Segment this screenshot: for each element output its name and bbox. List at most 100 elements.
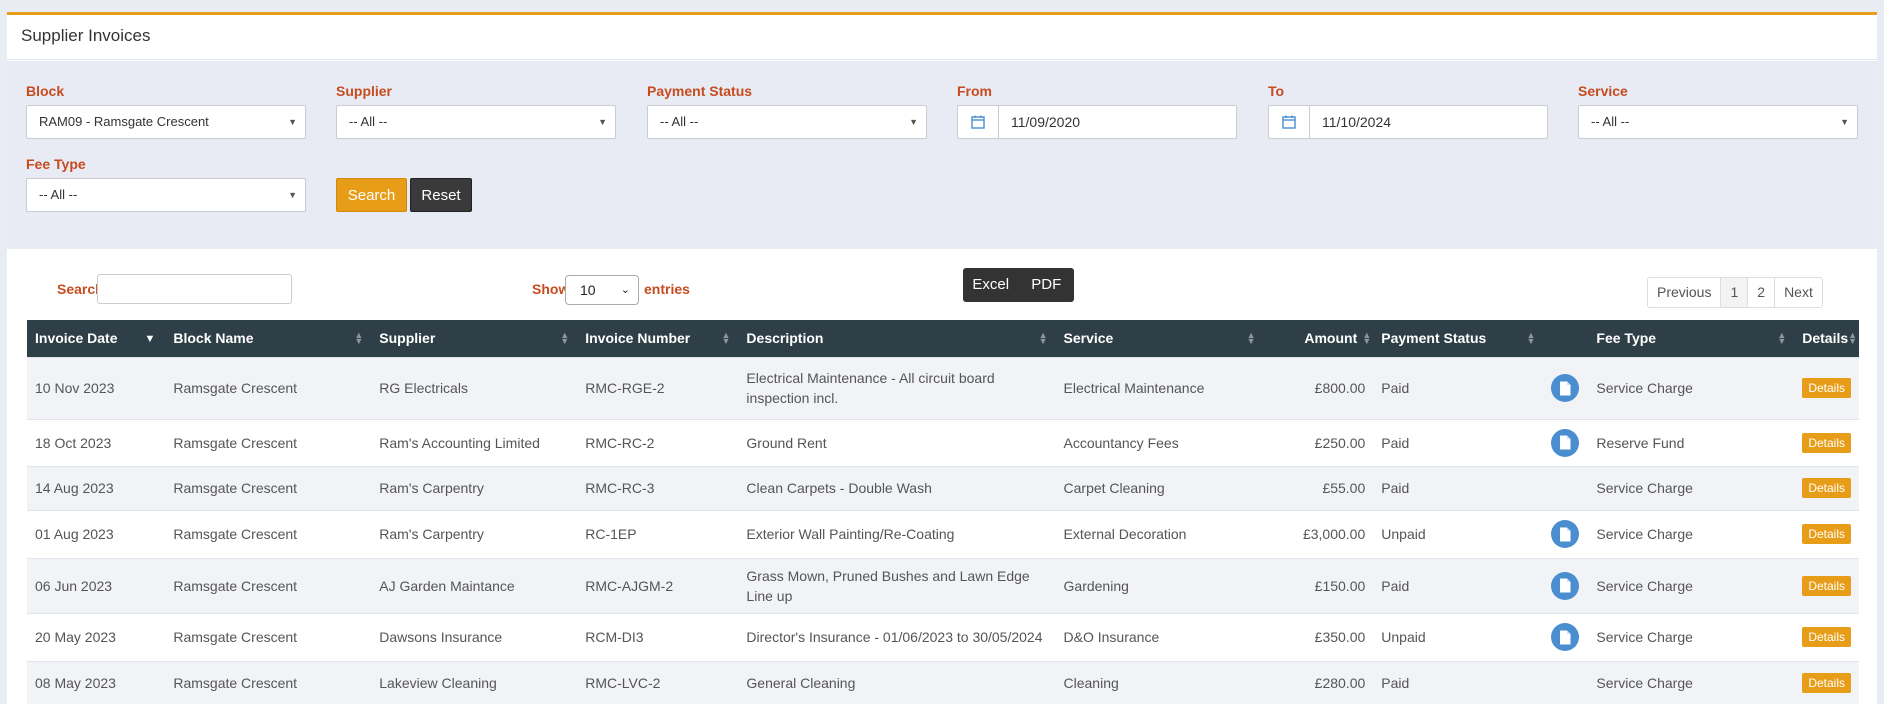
pagination: Previous 1 2 Next bbox=[1647, 277, 1823, 308]
cell-fee-type: Service Charge bbox=[1596, 526, 1693, 542]
table-row: 18 Oct 2023 Ramsgate Crescent Ram's Accoun… bbox=[27, 419, 1859, 466]
cell-amount: £250.00 bbox=[1314, 434, 1366, 451]
chevron-down-icon: ▼ bbox=[288, 117, 297, 127]
pagination-page[interactable]: 1 bbox=[1720, 278, 1748, 307]
cell-description: Ground Rent bbox=[746, 434, 827, 451]
cell-block-name: Ramsgate Crescent bbox=[173, 577, 298, 594]
block-select[interactable]: RAM09 - Ramsgate Crescent ▼ bbox=[26, 105, 306, 139]
block-filter: Block RAM09 - Ramsgate Crescent ▼ bbox=[26, 83, 306, 139]
cell-details: Details bbox=[1794, 661, 1859, 704]
payment-status-select[interactable]: -- All -- ▼ bbox=[647, 105, 927, 139]
fee-type-value: -- All -- bbox=[39, 187, 78, 202]
cell-details: Details bbox=[1794, 419, 1859, 466]
cell-service: Cleaning bbox=[1063, 675, 1119, 692]
cell-invoice-number: RMC-RC-2 bbox=[585, 434, 655, 451]
details-button[interactable]: Details bbox=[1802, 627, 1851, 647]
cell-invoice-number: RC-1EP bbox=[585, 526, 637, 542]
cell-block-name: Ramsgate Crescent bbox=[173, 480, 298, 496]
details-button[interactable]: Details bbox=[1802, 524, 1851, 544]
column-header-block-name[interactable]: Block Name ▲ ▼ bbox=[165, 320, 372, 357]
sort-icon: ▲ ▼ bbox=[1246, 330, 1256, 346]
cell-details: Details bbox=[1794, 357, 1859, 419]
excel-button[interactable]: Excel bbox=[963, 268, 1019, 302]
cell-invoice-number: RMC-AJGM-2 bbox=[585, 577, 674, 594]
pagination-next[interactable]: Next bbox=[1774, 278, 1822, 307]
column-header-service[interactable]: Service ▲ ▼ bbox=[1055, 320, 1264, 357]
sort-icon: ▲ ▼ bbox=[560, 330, 570, 346]
table-search-input[interactable] bbox=[97, 274, 292, 304]
cell-payment-status: Paid bbox=[1381, 675, 1410, 692]
cell-fee-type: Service Charge bbox=[1596, 480, 1693, 496]
cell-supplier: Ram's Accounting Limited bbox=[379, 434, 540, 451]
cell-fee-type: Service Charge bbox=[1596, 629, 1693, 645]
cell-document bbox=[1543, 357, 1588, 419]
cell-invoice-date: 06 Jun 2023 bbox=[35, 577, 113, 594]
sort-icon: ▲ ▼ bbox=[1526, 330, 1536, 346]
entries-select[interactable]: 10 ⌄ bbox=[565, 275, 639, 305]
cell-details: Details bbox=[1794, 510, 1859, 558]
document-icon[interactable] bbox=[1551, 571, 1580, 600]
page-title: Supplier Invoices bbox=[7, 15, 1877, 60]
cell-description: Clean Carpets - Double Wash bbox=[746, 480, 932, 496]
column-header-invoice-date[interactable]: Invoice Date ▼ bbox=[27, 320, 166, 357]
table-row: 14 Aug 2023 Ramsgate Crescent Ram's Carpen… bbox=[27, 466, 1859, 510]
column-header-details[interactable]: Details ▲ ▼ bbox=[1794, 320, 1859, 357]
column-header-supplier[interactable]: Supplier ▲ ▼ bbox=[371, 320, 578, 357]
fee-type-filter: Fee Type -- All -- ▼ bbox=[26, 156, 306, 212]
calendar-icon bbox=[1269, 106, 1310, 138]
payment-status-label: Payment Status bbox=[647, 83, 753, 99]
document-icon[interactable] bbox=[1551, 374, 1580, 402]
column-header-invoice-number[interactable]: Invoice Number ▲ ▼ bbox=[577, 320, 739, 357]
supplier-label: Supplier bbox=[336, 83, 393, 99]
document-icon[interactable] bbox=[1551, 623, 1580, 651]
pagination-page[interactable]: 2 bbox=[1747, 278, 1774, 307]
column-header-fee-type[interactable]: Fee Type ▲ ▼ bbox=[1588, 320, 1795, 357]
cell-description: Exterior Wall Painting/Re-Coating bbox=[746, 526, 955, 542]
to-filter: To 11/10/2024 bbox=[1268, 83, 1548, 139]
service-select[interactable]: -- All -- ▼ bbox=[1578, 105, 1858, 139]
pagination-previous[interactable]: Previous bbox=[1648, 278, 1720, 307]
column-header-document bbox=[1543, 320, 1589, 357]
entries-label: entries bbox=[644, 281, 690, 297]
from-date-input[interactable]: 11/09/2020 bbox=[957, 105, 1237, 139]
cell-amount: £800.00 bbox=[1314, 380, 1366, 396]
invoices-table: Invoice Date ▼ Block Name ▲ ▼ Supplier ▲ ▼ In… bbox=[27, 320, 1859, 704]
details-button[interactable]: Details bbox=[1802, 478, 1851, 498]
cell-invoice-number: RMC-LVC-2 bbox=[585, 675, 661, 692]
supplier-select[interactable]: -- All -- ▼ bbox=[336, 105, 616, 139]
cell-fee-type: Service Charge bbox=[1596, 577, 1693, 594]
supplier-filter: Supplier -- All -- ▼ bbox=[336, 83, 616, 139]
export-buttons: Excel PDF bbox=[963, 268, 1074, 302]
cell-fee-type: Service Charge bbox=[1596, 380, 1693, 396]
cell-block-name: Ramsgate Crescent bbox=[173, 629, 298, 645]
document-icon[interactable] bbox=[1551, 428, 1580, 457]
to-label: To bbox=[1268, 83, 1285, 99]
table-header-row: Invoice Date ▼ Block Name ▲ ▼ Supplier ▲ ▼ In… bbox=[27, 320, 1859, 357]
cell-details: Details bbox=[1794, 466, 1859, 510]
column-header-description[interactable]: Description ▲ ▼ bbox=[738, 320, 1056, 357]
details-button[interactable]: Details bbox=[1802, 432, 1851, 453]
cell-block-name: Ramsgate Crescent bbox=[173, 434, 298, 451]
cell-supplier: RG Electricals bbox=[379, 380, 468, 396]
details-button[interactable]: Details bbox=[1802, 673, 1851, 694]
cell-invoice-date: 20 May 2023 bbox=[35, 629, 116, 645]
cell-service: Gardening bbox=[1063, 577, 1129, 594]
details-button[interactable]: Details bbox=[1802, 378, 1851, 398]
cell-payment-status: Paid bbox=[1381, 380, 1410, 396]
to-date-input[interactable]: 11/10/2024 bbox=[1268, 105, 1548, 139]
show-label: Show bbox=[532, 281, 570, 297]
fee-type-select[interactable]: -- All -- ▼ bbox=[26, 178, 306, 212]
search-button[interactable]: Search bbox=[336, 178, 407, 212]
payment-status-value: -- All -- bbox=[660, 114, 699, 129]
document-icon[interactable] bbox=[1551, 520, 1580, 548]
cell-supplier: AJ Garden Maintance bbox=[379, 577, 515, 594]
cell-invoice-date: 14 Aug 2023 bbox=[35, 480, 114, 496]
cell-block-name: Ramsgate Crescent bbox=[173, 675, 298, 692]
table-row: 10 Nov 2023 Ramsgate Crescent RG Electrica… bbox=[27, 357, 1859, 419]
column-header-payment-status[interactable]: Payment Status ▲ ▼ bbox=[1373, 320, 1544, 357]
column-header-amount[interactable]: Amount ▲ ▼ bbox=[1263, 320, 1374, 357]
reset-button[interactable]: Reset bbox=[410, 178, 472, 212]
pdf-button[interactable]: PDF bbox=[1019, 268, 1075, 302]
chevron-down-icon: ▼ bbox=[909, 117, 918, 127]
details-button[interactable]: Details bbox=[1802, 575, 1851, 596]
